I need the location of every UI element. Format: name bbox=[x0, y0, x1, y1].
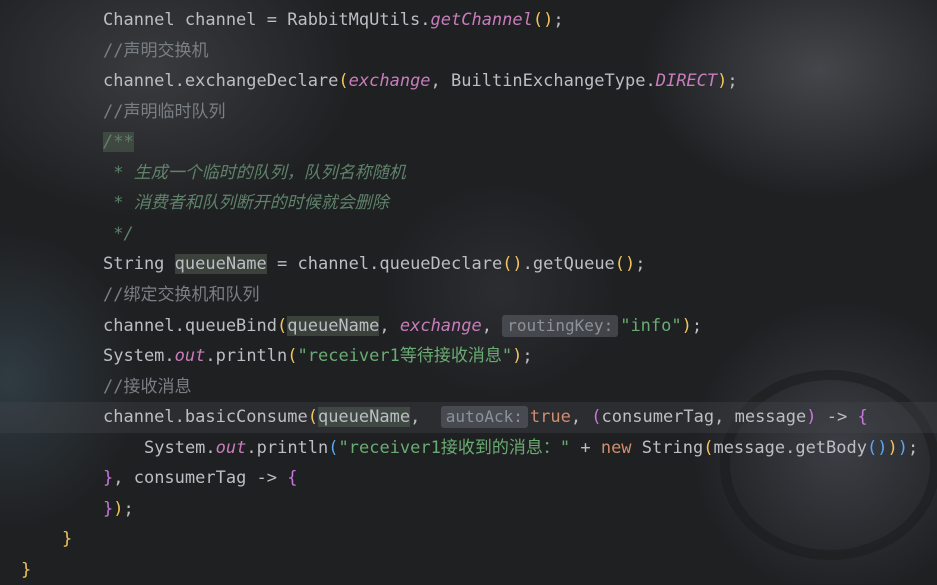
code-token: queueName bbox=[287, 315, 380, 336]
code-token: new bbox=[600, 437, 642, 458]
code-line[interactable]: channel.exchangeDeclare(exchange, Builti… bbox=[0, 66, 937, 97]
code-token: */ bbox=[103, 223, 134, 244]
code-line[interactable]: * 生成一个临时的队列，队列名称随机 bbox=[0, 158, 937, 189]
code-token: -> bbox=[816, 407, 858, 428]
code-line[interactable]: * 消费者和队列断开的时候就会删除 bbox=[0, 188, 937, 219]
code-token: //绑定交换机和队列 bbox=[103, 284, 260, 305]
code-line-current[interactable]: channel.basicConsume(queueName, autoAck:… bbox=[0, 402, 937, 433]
code-token: out bbox=[174, 346, 206, 367]
code-token: ) bbox=[887, 437, 898, 458]
code-token: channel.basicConsume bbox=[103, 407, 308, 428]
code-token: { bbox=[287, 468, 298, 489]
code-line[interactable]: /** bbox=[0, 127, 937, 158]
code-token: + bbox=[570, 437, 601, 458]
code-token: , BuiltinExchangeType. bbox=[430, 71, 656, 92]
code-token: , consumerTag -> bbox=[113, 468, 288, 489]
code-token: ; bbox=[123, 498, 134, 519]
code-token: "info" bbox=[620, 315, 682, 336]
code-token: } bbox=[103, 468, 114, 489]
code-token: ( bbox=[591, 407, 602, 428]
code-token: System. bbox=[103, 346, 175, 367]
code-token: queueName bbox=[174, 254, 267, 275]
code-token: , bbox=[379, 315, 400, 336]
parameter-hint: autoAck: bbox=[440, 406, 528, 429]
code-token: ( bbox=[338, 71, 349, 92]
code-token: , bbox=[481, 315, 503, 336]
code-token: , bbox=[570, 407, 592, 428]
code-token: /** bbox=[103, 132, 134, 153]
code-token: Channel channel = RabbitMqUtils. bbox=[103, 10, 431, 30]
code-line[interactable]: } bbox=[0, 524, 937, 555]
code-token: ; bbox=[553, 10, 564, 30]
code-token: //声明临时队列 bbox=[103, 101, 226, 122]
code-token: channel.exchangeDeclare bbox=[103, 71, 339, 92]
code-token: , bbox=[410, 407, 441, 428]
parameter-hint: routingKey: bbox=[502, 314, 619, 337]
code-token: .println bbox=[246, 437, 329, 458]
code-token: * 生成一个临时的队列，队列名称随机 bbox=[103, 162, 406, 183]
code-token: out bbox=[215, 437, 247, 458]
code-token: exchange bbox=[399, 315, 482, 336]
code-token: } bbox=[103, 498, 114, 519]
code-token: ( bbox=[307, 407, 318, 428]
code-token: consumerTag, message bbox=[601, 407, 807, 428]
code-token: System. bbox=[144, 437, 216, 458]
code-token: ; bbox=[522, 346, 533, 367]
code-token: //接收消息 bbox=[103, 376, 192, 397]
code-token: ; bbox=[635, 254, 646, 275]
code-token: String bbox=[641, 437, 704, 458]
code-token: exchange bbox=[348, 71, 431, 92]
code-token: ( bbox=[328, 437, 339, 458]
code-token: queueName bbox=[317, 407, 411, 428]
code-token: "receiver1等待接收消息" bbox=[297, 346, 513, 367]
code-line[interactable]: //声明临时队列 bbox=[0, 97, 937, 128]
code-token: .getQueue bbox=[522, 254, 615, 275]
code-line[interactable]: //绑定交换机和队列 bbox=[0, 280, 937, 311]
code-line[interactable]: //接收消息 bbox=[0, 372, 937, 403]
code-token: String bbox=[103, 254, 175, 275]
code-token: channel.queueBind bbox=[103, 315, 277, 336]
code-token: ( bbox=[703, 437, 714, 458]
code-line[interactable]: channel.queueBind(queueName, exchange, r… bbox=[0, 311, 937, 342]
code-token: () bbox=[614, 254, 636, 275]
code-token: ( bbox=[287, 346, 298, 367]
code-token: //声明交换机 bbox=[103, 40, 209, 61]
code-line[interactable]: */ bbox=[0, 219, 937, 250]
code-token: { bbox=[857, 407, 868, 428]
code-token: DIRECT bbox=[655, 71, 718, 92]
code-token: ( bbox=[277, 315, 288, 336]
code-token: getChannel bbox=[430, 10, 533, 30]
code-line[interactable]: }); bbox=[0, 494, 937, 525]
code-token: .println bbox=[205, 346, 288, 367]
code-token: ) bbox=[113, 498, 124, 519]
code-token: ) bbox=[806, 407, 817, 428]
code-line[interactable]: System.out.println("receiver1接收到的消息：" + … bbox=[0, 433, 937, 464]
code-line[interactable]: //声明交换机 bbox=[0, 36, 937, 67]
code-token: () bbox=[502, 254, 523, 275]
code-editor[interactable]: Channel channel = RabbitMqUtils.getChann… bbox=[0, 0, 937, 584]
code-token: ) bbox=[897, 437, 908, 458]
code-token: } bbox=[62, 529, 73, 550]
code-token: () bbox=[866, 437, 888, 458]
code-line[interactable]: System.out.println("receiver1等待接收消息"); bbox=[0, 341, 937, 372]
code-line[interactable]: } bbox=[0, 555, 937, 585]
code-token: ; bbox=[691, 315, 703, 336]
code-token: * 消费者和队列断开的时候就会删除 bbox=[103, 193, 389, 214]
code-token: } bbox=[21, 559, 32, 580]
code-token: () bbox=[532, 10, 554, 30]
code-token: ) bbox=[681, 315, 692, 336]
code-line[interactable]: String queueName = channel.queueDeclare(… bbox=[0, 249, 937, 280]
code-line[interactable]: Channel channel = RabbitMqUtils.getChann… bbox=[0, 5, 937, 36]
code-token: ) bbox=[717, 71, 728, 92]
code-token: message.getBody bbox=[713, 437, 867, 458]
code-line[interactable]: }, consumerTag -> { bbox=[0, 463, 937, 494]
code-token: = channel.queueDeclare bbox=[266, 254, 503, 275]
code-token: true bbox=[529, 407, 571, 428]
code-token: ; bbox=[907, 437, 919, 458]
code-token: ; bbox=[727, 71, 738, 92]
code-token: ) bbox=[512, 346, 523, 367]
code-token: "receiver1接收到的消息：" bbox=[338, 437, 571, 458]
